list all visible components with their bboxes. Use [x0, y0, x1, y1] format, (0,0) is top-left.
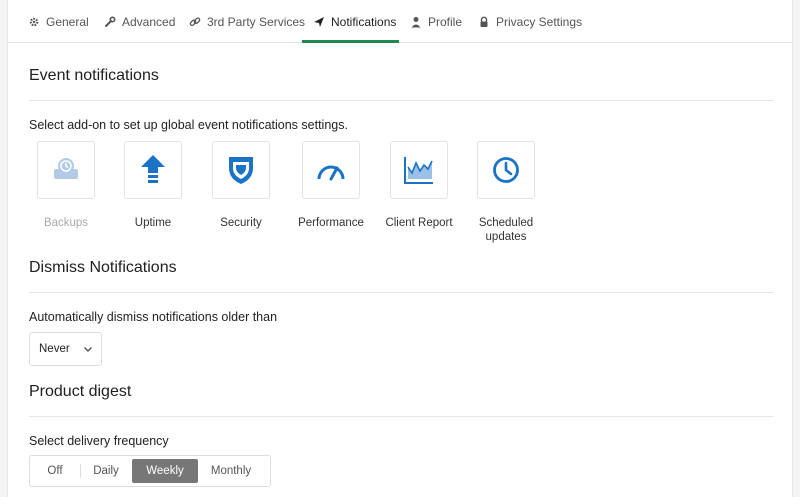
frequency-option-monthly[interactable]: Monthly [198, 459, 264, 483]
addon-label: Security [220, 217, 262, 229]
addon-client-report[interactable]: Client Report [374, 141, 464, 230]
divider [29, 292, 773, 293]
tab-notifications[interactable]: Notifications [313, 0, 396, 43]
event-notifications-description: Select add-on to set up global event not… [29, 118, 348, 132]
tab-label: Profile [428, 14, 463, 29]
tab-advanced[interactable]: Advanced [104, 0, 175, 43]
lock-icon [478, 16, 490, 28]
addon-security[interactable]: Security [196, 141, 286, 230]
addon-label: Client Report [385, 217, 453, 229]
divider [29, 416, 773, 417]
addon-backups: Backups [21, 141, 111, 230]
wrench-icon [104, 15, 116, 28]
tab-profile[interactable]: Profile [410, 0, 462, 43]
backup-icon [37, 141, 95, 199]
frequency-option-weekly[interactable]: Weekly [132, 459, 198, 483]
event-notifications-title: Event notifications [29, 67, 159, 84]
frequency-option-daily[interactable]: Daily [80, 459, 132, 483]
divider [29, 100, 773, 101]
user-icon [410, 16, 422, 28]
product-digest-title: Product digest [29, 383, 132, 400]
tab-label: Privacy Settings [496, 14, 583, 29]
uptime-arrow-icon [124, 141, 182, 199]
addon-label: Scheduled updates [478, 217, 534, 243]
settings-panel: General Advanced 3rd Party Services Noti… [7, 0, 793, 497]
addon-label: Backups [43, 217, 89, 229]
dismiss-description: Automatically dismiss notifications olde… [29, 310, 278, 324]
addon-label: Uptime [134, 217, 172, 229]
gauge-icon [302, 141, 360, 199]
tab-privacy-settings[interactable]: Privacy Settings [478, 0, 582, 43]
digest-description: Select delivery frequency [29, 434, 169, 448]
paper-plane-icon [313, 16, 325, 28]
tab-3rd-party-services[interactable]: 3rd Party Services [189, 0, 305, 43]
frequency-option-off[interactable]: Off [30, 459, 80, 483]
tab-general[interactable]: General [28, 0, 89, 43]
tab-label: 3rd Party Services [207, 14, 306, 29]
delivery-frequency-selector: Off Daily Weekly Monthly [29, 455, 271, 487]
addon-uptime[interactable]: Uptime [108, 141, 198, 230]
chart-icon [390, 141, 448, 199]
dismiss-age-select[interactable]: Never [29, 332, 102, 366]
select-value: Never [39, 343, 70, 355]
addon-label: Performance [298, 217, 364, 229]
link-icon [189, 16, 201, 28]
tab-label: Notifications [331, 14, 397, 29]
shield-icon [212, 141, 270, 199]
tab-label: Advanced [122, 14, 176, 29]
addon-scheduled-updates[interactable]: Scheduled updates [461, 141, 551, 244]
addon-performance[interactable]: Performance [286, 141, 376, 230]
chevron-down-icon [83, 344, 93, 354]
tab-bar: General Advanced 3rd Party Services Noti… [8, 0, 792, 43]
gear-icon [28, 16, 40, 28]
tab-label: General [46, 14, 89, 29]
active-tab-indicator [302, 40, 399, 43]
clock-icon [477, 141, 535, 199]
dismiss-notifications-title: Dismiss Notifications [29, 259, 177, 276]
